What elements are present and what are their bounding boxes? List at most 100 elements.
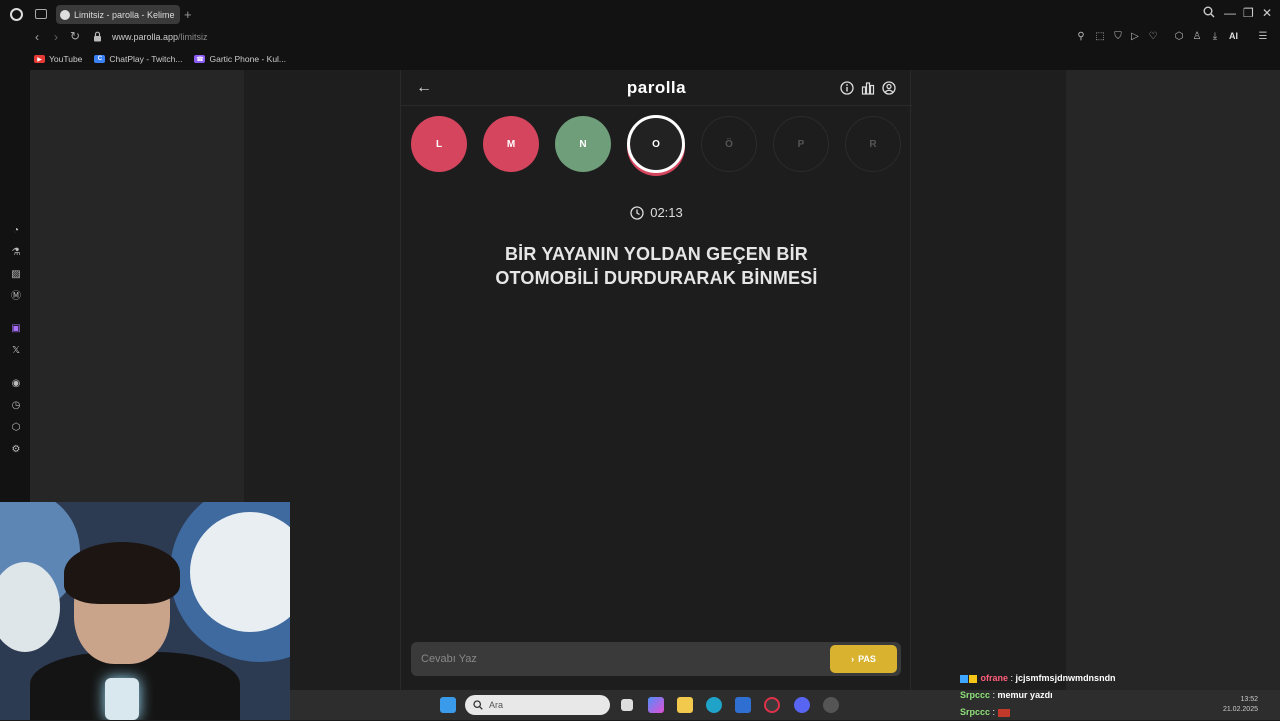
right-gutter	[1066, 70, 1280, 690]
profile-icon[interactable]: ♙	[1192, 32, 1202, 42]
question-line-2: OTOMOBİLİ DURDURARAK BİNMESİ	[495, 268, 818, 288]
task-view-icon[interactable]	[621, 699, 633, 711]
aria-ai-button[interactable]: AI	[1229, 31, 1238, 41]
clock-date: 21.02.2025	[1222, 706, 1258, 713]
pass-label: PAS	[858, 654, 876, 664]
pin-icon[interactable]: ⚲	[1076, 32, 1086, 42]
pass-button[interactable]: › PAS	[830, 645, 897, 673]
address-bar-row: ‹ › ↻ www.parolla.app/limitsiz ⚲ ⬚ ⛉ ▷ ♡…	[0, 28, 1280, 48]
bookmark-gartic[interactable]: ☎ Gartic Phone - Kul...	[194, 54, 286, 64]
minimize-icon[interactable]: —	[1224, 6, 1236, 20]
opera-logo-icon[interactable]	[10, 8, 23, 21]
person-hair	[64, 542, 180, 604]
chat-message: Srpccc : memur yazdı	[960, 690, 1053, 700]
menu-icon[interactable]: ☰	[1258, 32, 1268, 42]
parolla-app: ← parolla L M N O Ö P R 02:13 BİR YAYANI…	[400, 70, 912, 690]
letter-circle-o-current: O	[627, 115, 685, 173]
chat-message: ofrane : jcjsmfmsjdnwmdnsndn	[960, 670, 1116, 687]
browser-tab-active[interactable]: Limitsiz - parolla - Kelime	[56, 5, 180, 24]
webcam-overlay	[0, 502, 290, 720]
m-app-icon[interactable]: Ⓜ	[10, 291, 22, 303]
timer: 02:13	[401, 205, 912, 220]
settings-icon[interactable]: ⚙	[10, 444, 22, 456]
clock-time: 13:52	[1240, 696, 1258, 703]
workspaces-icon[interactable]: ▨	[10, 269, 22, 281]
copilot-icon[interactable]	[648, 697, 664, 713]
badge-icon	[960, 674, 968, 683]
snapshot-icon[interactable]: ⬚	[1095, 32, 1105, 42]
heart-icon[interactable]: ♡	[1148, 32, 1158, 42]
url-domain: www.parolla.app	[112, 32, 179, 42]
microphone	[105, 678, 139, 720]
twitch-icon[interactable]: ▣	[10, 323, 22, 335]
new-tab-icon[interactable]: +	[184, 7, 192, 22]
history-icon[interactable]: ◷	[10, 400, 22, 412]
tab-islands-icon[interactable]	[35, 9, 47, 19]
chat-text: memur yazdı	[997, 690, 1053, 700]
search-tabs-icon[interactable]	[1203, 6, 1215, 21]
answer-bar: › PAS	[411, 642, 901, 676]
reload-icon[interactable]: ↻	[70, 29, 80, 43]
extensions-icon[interactable]: ⬡	[1174, 32, 1184, 42]
extensions-sidebar-icon[interactable]: ⬡	[10, 422, 22, 434]
adblock-shield-icon[interactable]: ⛉	[1113, 32, 1123, 42]
discord-icon[interactable]	[794, 697, 810, 713]
badge-icon	[969, 674, 977, 683]
letter-circle-n: N	[555, 116, 611, 172]
system-clock[interactable]: 13:52 21.02.2025	[1223, 695, 1258, 715]
player-sidebar-icon[interactable]: ◉	[10, 378, 22, 390]
x-twitter-icon[interactable]: 𝕏	[10, 345, 22, 357]
windows-taskbar: Ara 13:52 21.02.2025	[290, 690, 1280, 720]
question-text: BİR YAYANIN YOLDAN GEÇEN BİR OTOMOBİLİ D…	[441, 242, 872, 290]
letter-circle-m: M	[483, 116, 539, 172]
search-icon	[473, 700, 483, 710]
user-profile-icon[interactable]	[882, 81, 896, 95]
chat-username: ofrane	[980, 673, 1009, 683]
timer-value: 02:13	[650, 205, 683, 220]
stats-icon[interactable]	[861, 81, 875, 95]
chat-username: Srpccc	[960, 690, 991, 700]
player-icon[interactable]: ▷	[1130, 32, 1140, 42]
youtube-icon: ▶	[34, 55, 45, 63]
close-window-icon[interactable]: ✕	[1262, 6, 1272, 20]
taskbar-search-placeholder: Ara	[489, 700, 504, 710]
letter-circle-o-umlaut: Ö	[701, 116, 757, 172]
letter-circle-r: R	[845, 116, 901, 172]
question-line-1: BİR YAYANIN YOLDAN GEÇEN BİR	[504, 244, 808, 264]
chatplay-icon: C	[94, 55, 106, 63]
store-icon[interactable]	[735, 697, 751, 713]
letter-circle-l: L	[411, 116, 467, 172]
info-icon[interactable]	[840, 81, 854, 95]
lock-icon	[94, 31, 101, 42]
emote-icon	[997, 708, 1010, 717]
browser-tab-bar: Limitsiz - parolla - Kelime + — ❐ ✕	[0, 0, 1280, 28]
stream-chat-overlay: ofrane : jcjsmfmsjdnwmdnsndn Srpccc : me…	[960, 670, 1116, 721]
tab-title: Limitsiz - parolla - Kelime	[74, 9, 175, 20]
bookmark-label: Gartic Phone - Kul...	[209, 54, 287, 64]
chat-username: Srpccc	[960, 707, 991, 717]
aria-icon[interactable]: ◔	[10, 225, 22, 237]
edge-icon[interactable]	[706, 697, 722, 713]
opera-taskbar-icon[interactable]	[764, 697, 780, 713]
letter-circle-p: P	[773, 116, 829, 172]
bookmark-youtube[interactable]: ▶ YouTube	[34, 54, 82, 64]
crypto-wallet-icon[interactable]: ⚗	[10, 247, 22, 259]
restore-icon[interactable]: ❐	[1243, 6, 1254, 20]
chat-text: jcjsmfmsjdnwmdnsndn	[1015, 673, 1116, 683]
windows-start-icon[interactable]	[440, 697, 456, 713]
forward-nav-icon[interactable]: ›	[54, 30, 58, 44]
chevron-right-icon: ›	[851, 654, 855, 664]
bookmark-label: YouTube	[49, 54, 83, 64]
taskbar-search[interactable]: Ara	[465, 695, 610, 715]
answer-input[interactable]	[411, 642, 821, 676]
file-explorer-icon[interactable]	[677, 697, 693, 713]
bookmarks-bar: ▶ YouTube C ChatPlay - Twitch... ☎ Garti…	[0, 48, 1280, 70]
chat-message: Srpccc :	[960, 704, 1116, 721]
url-field[interactable]: www.parolla.app/limitsiz	[112, 32, 208, 42]
parolla-favicon-icon	[60, 9, 70, 20]
back-nav-icon[interactable]: ‹	[35, 30, 39, 44]
app-header: ← parolla	[401, 70, 912, 106]
bookmark-chatplay[interactable]: C ChatPlay - Twitch...	[94, 54, 182, 64]
steam-icon[interactable]	[823, 697, 839, 713]
download-icon[interactable]: ⤓	[1210, 32, 1220, 42]
